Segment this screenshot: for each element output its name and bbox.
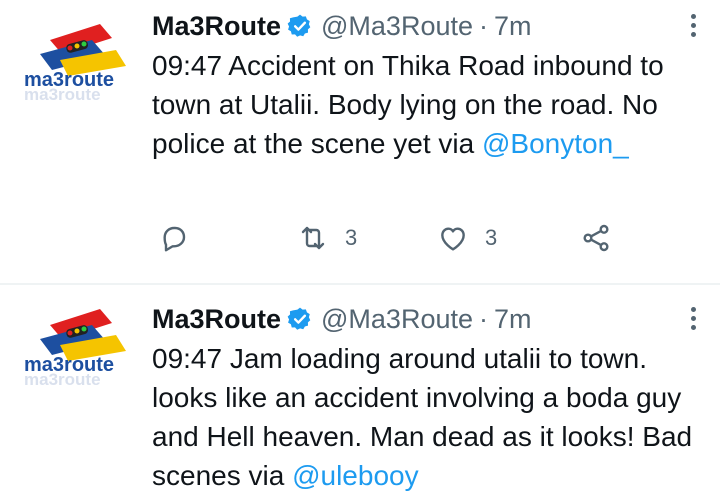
svg-text:ma3route: ma3route xyxy=(24,85,101,100)
like-button[interactable]: 3 xyxy=(437,222,497,254)
handle[interactable]: @Ma3Route xyxy=(321,11,473,42)
timestamp[interactable]: 7m xyxy=(494,11,532,42)
share-button[interactable] xyxy=(580,222,612,254)
display-name[interactable]: Ma3Route xyxy=(152,11,281,42)
ma3route-logo-avatar[interactable]: ma3route ma3route xyxy=(22,20,134,100)
retweet-count: 3 xyxy=(345,225,358,250)
more-options-icon[interactable] xyxy=(688,307,698,337)
share-icon xyxy=(583,224,609,252)
mention-link[interactable]: @Bonyton_ xyxy=(482,128,629,159)
mention-link[interactable]: @ulebooy xyxy=(292,460,419,491)
tweet-text: 09:47 Accident on Thika Road inbound to … xyxy=(152,46,700,163)
display-name[interactable]: Ma3Route xyxy=(152,304,281,335)
separator: · xyxy=(479,10,488,41)
like-icon xyxy=(441,227,465,251)
reply-button[interactable] xyxy=(158,222,190,254)
tweet-text: 09:47 Jam loading around utalii to town.… xyxy=(152,339,700,495)
retweet-icon xyxy=(301,226,325,250)
reply-icon xyxy=(163,226,186,252)
more-options-icon[interactable] xyxy=(688,14,698,44)
tweet-header: Ma3Route @Ma3Route · 7m xyxy=(152,10,700,42)
tweet-text-content: 09:47 Jam loading around utalii to town.… xyxy=(152,343,693,491)
timestamp[interactable]: 7m xyxy=(494,304,532,335)
verified-badge-icon xyxy=(287,14,311,37)
retweet-button[interactable]: 3 xyxy=(297,222,357,254)
handle[interactable]: @Ma3Route xyxy=(321,304,473,335)
like-count: 3 xyxy=(485,225,498,250)
tweet[interactable]: ma3route ma3route Ma3Route @Ma3Route · 7… xyxy=(0,285,720,503)
separator: · xyxy=(479,303,488,334)
tweet-actions: 3 3 xyxy=(152,222,632,262)
tweet-header: Ma3Route @Ma3Route · 7m xyxy=(152,303,700,335)
verified-badge-icon xyxy=(287,307,311,330)
svg-text:ma3route: ma3route xyxy=(24,370,101,385)
ma3route-logo-avatar[interactable]: ma3route ma3route xyxy=(22,305,134,385)
tweet[interactable]: ma3route ma3route Ma3Route @Ma3Route · 7… xyxy=(0,0,720,285)
